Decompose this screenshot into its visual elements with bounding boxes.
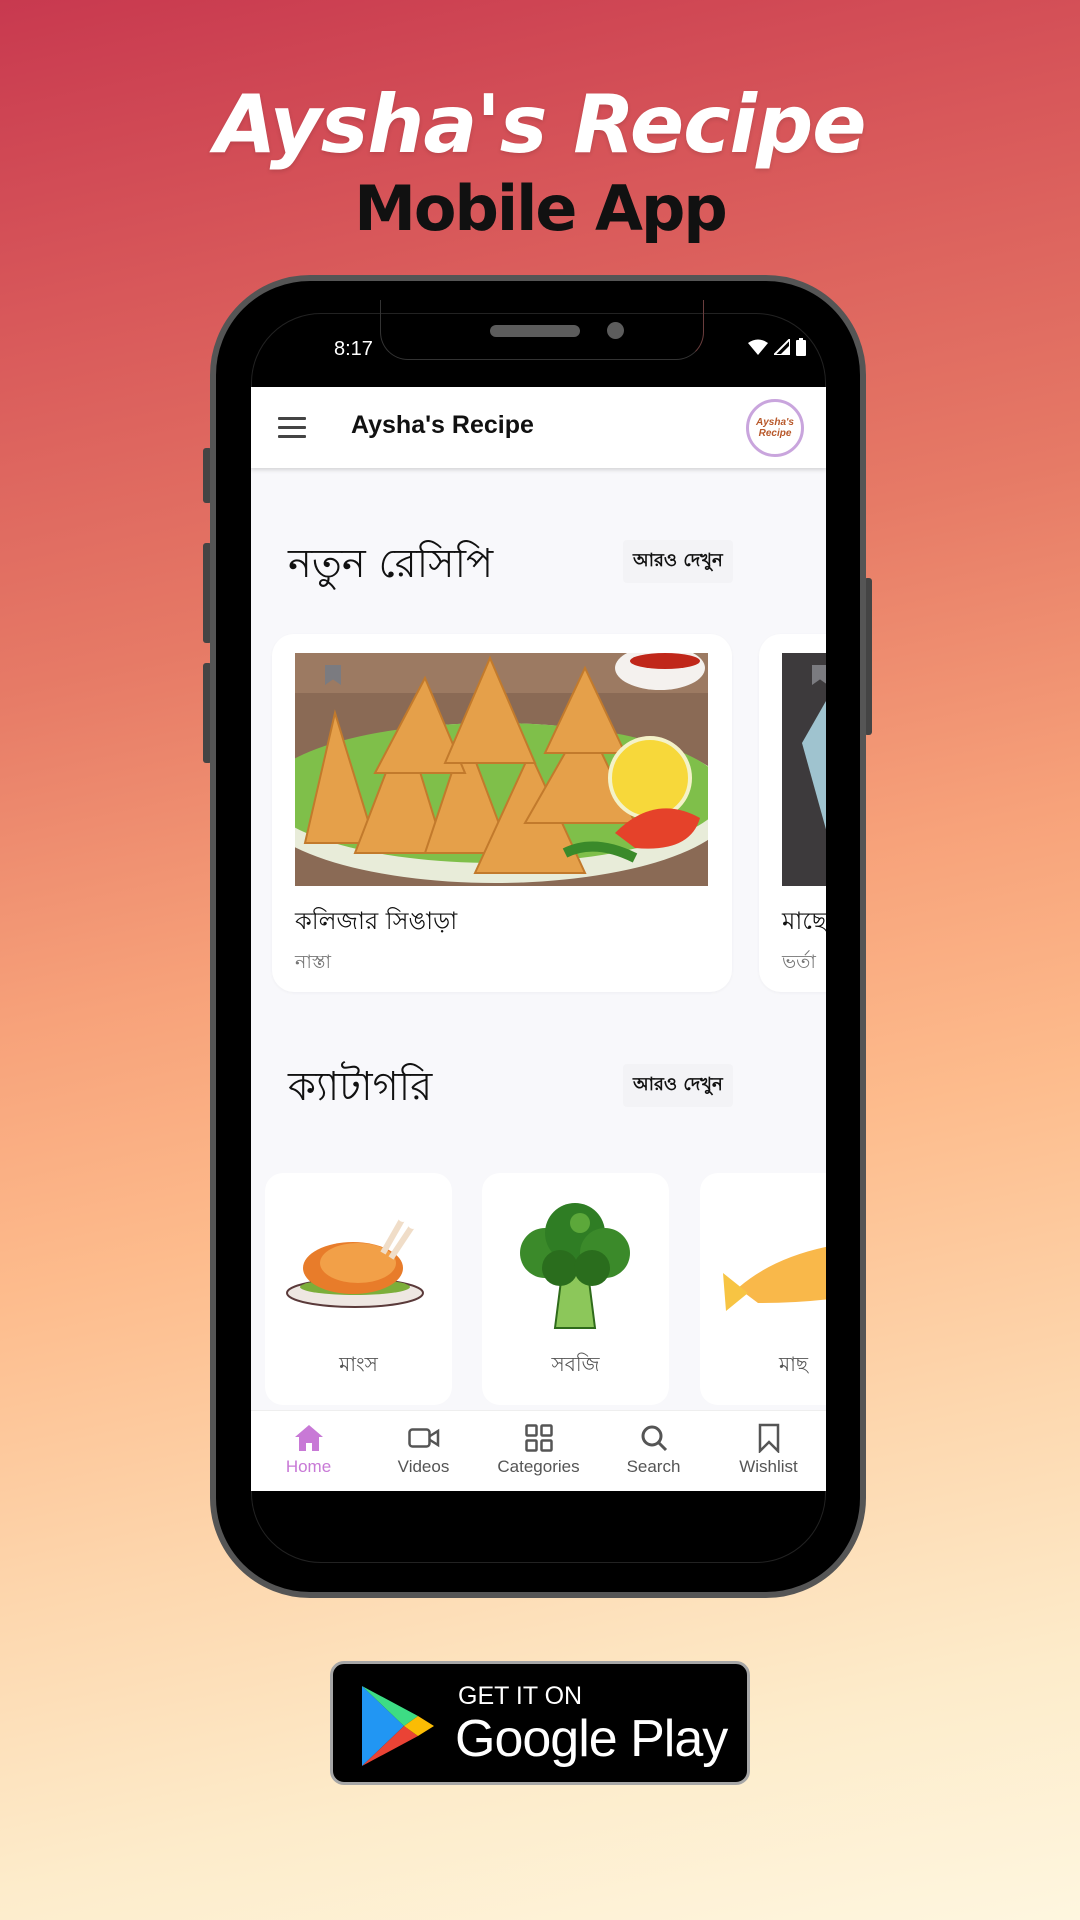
status-time: 8:17: [334, 338, 373, 360]
nav-categories[interactable]: Categories: [481, 1411, 596, 1491]
category-label: সবজি: [551, 1352, 600, 1376]
nav-label: Home: [285, 1457, 332, 1476]
recipe-image-samosa: [295, 653, 708, 886]
google-play-icon: [362, 1686, 434, 1766]
fish-image: [723, 1246, 826, 1311]
grid-icon: [524, 1424, 553, 1452]
google-play-badge[interactable]: GET IT ON Google Play: [330, 1661, 750, 1785]
recipe-name: কলিজার সিঙাড়া: [295, 907, 458, 935]
app-bar: Aysha's Recipe Aysha's Recipe: [251, 387, 826, 468]
status-icons: [748, 338, 806, 356]
search-icon: [641, 1425, 667, 1452]
app-title: Aysha's Recipe: [351, 411, 534, 439]
wifi-icon: [748, 339, 768, 355]
categories-heading: ক্যাটাগরি: [288, 1064, 433, 1110]
nav-home[interactable]: Home: [251, 1411, 366, 1491]
recipe-card[interactable]: মাছে ভর্তা: [759, 634, 826, 992]
promo-title: Aysha's Recipe: [214, 78, 867, 171]
promo-subtitle: Mobile App: [354, 172, 728, 245]
app-screen: Aysha's Recipe Aysha's Recipe নতুন রেসিপি…: [251, 387, 826, 1491]
recipe-name: মাছে: [782, 907, 826, 935]
broccoli-image: [520, 1203, 630, 1329]
recipe-image-fish: [782, 653, 826, 886]
category-card[interactable]: মাছ: [700, 1173, 826, 1405]
recipe-category: ভর্তা: [782, 951, 816, 973]
category-card[interactable]: মাংস: [265, 1173, 452, 1405]
category-card[interactable]: সবজি: [482, 1173, 669, 1405]
nav-wishlist[interactable]: Wishlist: [711, 1411, 826, 1491]
recipe-card[interactable]: কলিজার সিঙাড়া নাস্তা: [272, 634, 732, 992]
nav-search[interactable]: Search: [596, 1411, 711, 1491]
nav-label: Wishlist: [739, 1457, 798, 1476]
nav-label: Search: [626, 1457, 681, 1476]
new-recipes-see-more-button[interactable]: আরও দেখুন: [623, 540, 733, 583]
home-icon: [294, 1425, 323, 1451]
bottom-navigation: Home Videos Categories Search Wishlist: [251, 1410, 826, 1491]
logo-text-line1: Aysha's: [756, 417, 794, 428]
recipe-category: নাস্তা: [295, 951, 332, 973]
bookmark-icon: [758, 1423, 779, 1453]
battery-icon: [796, 338, 806, 356]
roast-chicken-image: [286, 1212, 424, 1308]
badge-small-text: GET IT ON: [458, 1682, 583, 1710]
new-recipes-heading: নতুন রেসিপি: [288, 541, 494, 587]
hamburger-menu-icon[interactable]: [278, 417, 306, 438]
nav-label: Videos: [397, 1457, 450, 1476]
phone-speaker: [490, 325, 580, 337]
categories-see-more-button[interactable]: আরও দেখুন: [623, 1064, 733, 1107]
video-icon: [407, 1428, 439, 1448]
phone-camera: [607, 322, 624, 339]
signal-icon: [774, 339, 790, 355]
nav-label: Categories: [497, 1457, 580, 1476]
category-label: মাছ: [778, 1352, 809, 1376]
app-logo[interactable]: Aysha's Recipe: [746, 399, 804, 457]
badge-big-text: Google Play: [455, 1710, 728, 1768]
category-label: মাংস: [339, 1352, 378, 1376]
nav-videos[interactable]: Videos: [366, 1411, 481, 1491]
logo-text-line2: Recipe: [758, 428, 792, 439]
